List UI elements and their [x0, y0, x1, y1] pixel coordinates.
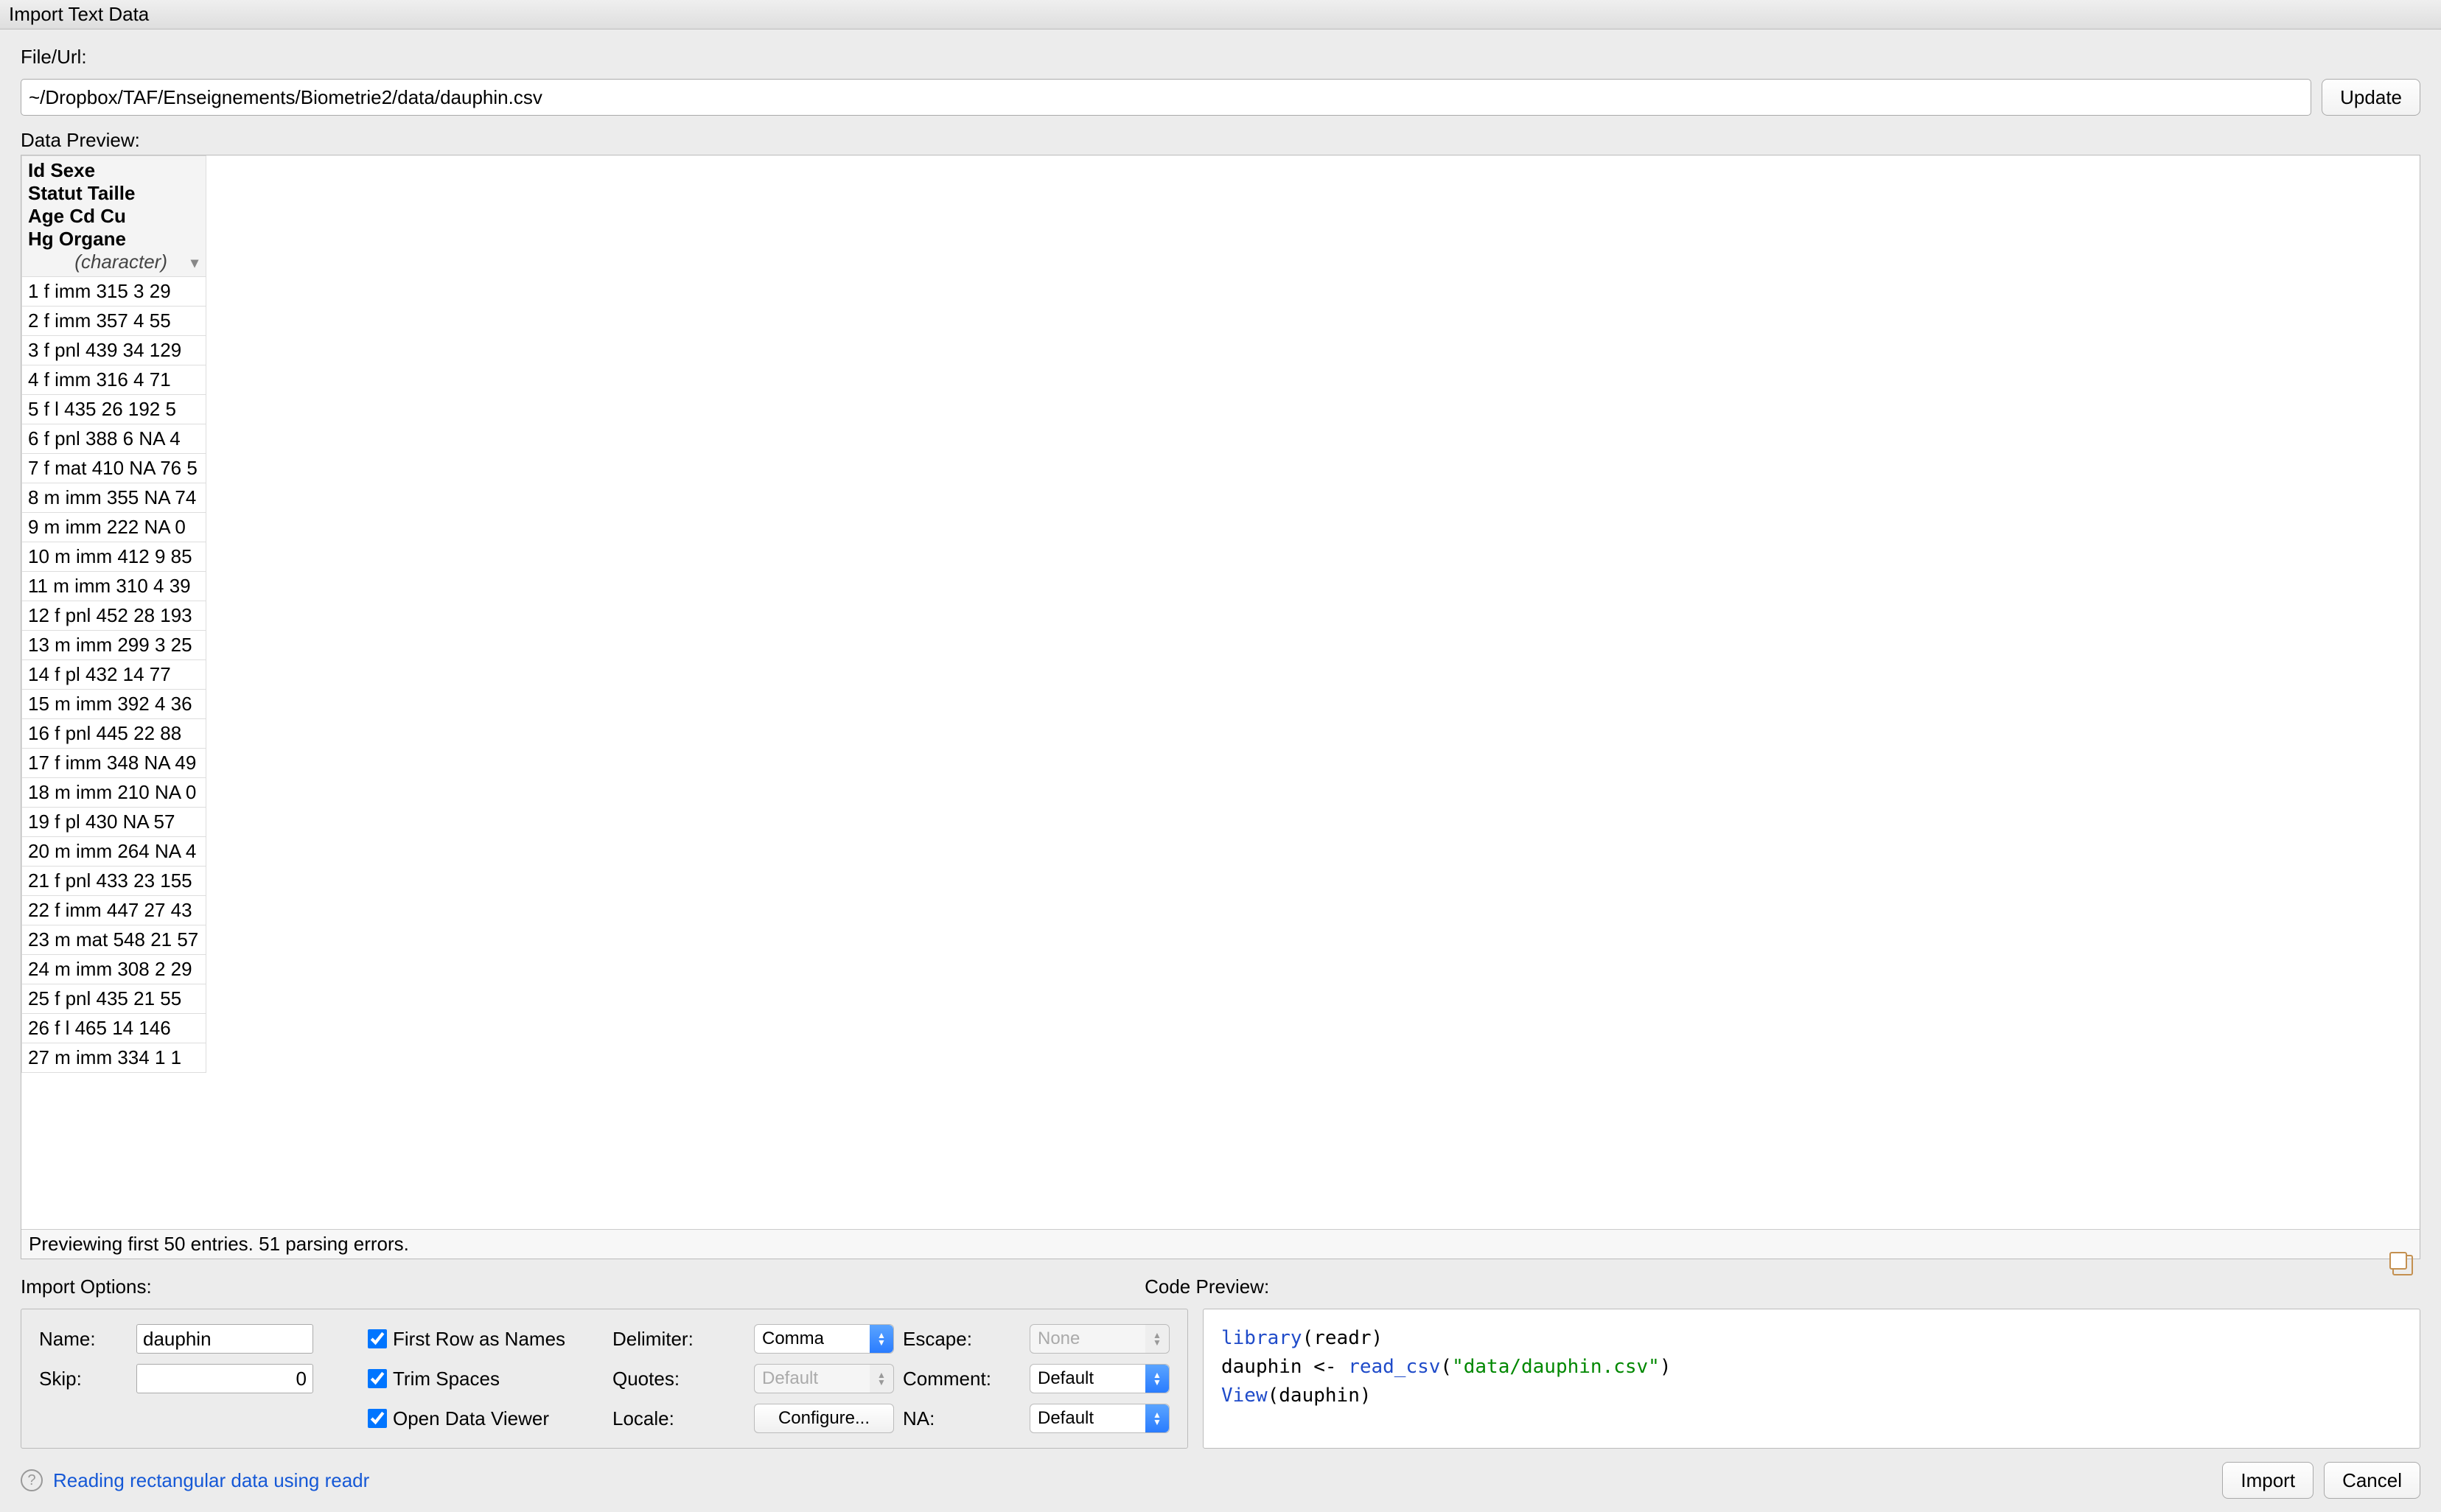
- trim-spaces-checkbox[interactable]: [368, 1369, 387, 1388]
- table-row: 7 f mat 410 NA 76 5: [22, 454, 206, 483]
- table-row: 18 m imm 210 NA 0: [22, 778, 206, 808]
- quotes-select[interactable]: Default: [754, 1364, 894, 1393]
- comment-select[interactable]: Default: [1030, 1364, 1170, 1393]
- locale-label: Locale:: [612, 1407, 745, 1430]
- column-type-dropdown-icon[interactable]: ▾: [191, 253, 198, 272]
- file-url-input[interactable]: [21, 79, 2311, 116]
- table-row: 11 m imm 310 4 39: [22, 572, 206, 601]
- quotes-label: Quotes:: [612, 1368, 745, 1390]
- skip-input[interactable]: [136, 1364, 313, 1393]
- escape-select[interactable]: None: [1030, 1324, 1170, 1354]
- table-row: 3 f pnl 439 34 129: [22, 336, 206, 365]
- code-preview-label: Code Preview:: [1145, 1275, 1269, 1298]
- import-options-panel: Name: First Row as Names Delimiter: Comm…: [21, 1309, 1188, 1449]
- table-row: 5 f l 435 26 192 5: [22, 395, 206, 424]
- table-row: 15 m imm 392 4 36: [22, 690, 206, 719]
- table-row: 24 m imm 308 2 29: [22, 955, 206, 984]
- code-preview-text: library(readr) dauphin <- read_csv("data…: [1221, 1324, 2402, 1410]
- table-row: 10 m imm 412 9 85: [22, 542, 206, 572]
- window-title: Import Text Data: [0, 0, 2441, 29]
- table-row: 16 f pnl 445 22 88: [22, 719, 206, 749]
- table-row: 14 f pl 432 14 77: [22, 660, 206, 690]
- table-row: 1 f imm 315 3 29: [22, 277, 206, 307]
- skip-label: Skip:: [39, 1368, 128, 1390]
- open-data-viewer-checkbox[interactable]: [368, 1409, 387, 1428]
- table-row: 8 m imm 355 NA 74: [22, 483, 206, 513]
- delimiter-label: Delimiter:: [612, 1328, 745, 1351]
- preview-status: Previewing first 50 entries. 51 parsing …: [21, 1229, 2420, 1259]
- table-row: 19 f pl 430 NA 57: [22, 808, 206, 837]
- stepper-icon: [870, 1365, 893, 1393]
- code-preview-panel[interactable]: library(readr) dauphin <- read_csv("data…: [1203, 1309, 2420, 1449]
- table-row: 2 f imm 357 4 55: [22, 307, 206, 336]
- first-row-checkbox[interactable]: [368, 1329, 387, 1348]
- table-row: 4 f imm 316 4 71: [22, 365, 206, 395]
- import-options-label: Import Options:: [21, 1275, 1130, 1298]
- stepper-icon: [1145, 1325, 1169, 1353]
- column-header[interactable]: Id SexeStatut TailleAge Cd CuHg Organe (…: [22, 156, 206, 277]
- stepper-icon: [1145, 1404, 1169, 1432]
- data-preview-panel: Id SexeStatut TailleAge Cd CuHg Organe (…: [21, 155, 2420, 1259]
- table-row: 23 m mat 548 21 57: [22, 925, 206, 955]
- stepper-icon: [870, 1325, 893, 1353]
- copy-code-icon[interactable]: [2392, 1255, 2413, 1275]
- table-row: 6 f pnl 388 6 NA 4: [22, 424, 206, 454]
- help-link[interactable]: Reading rectangular data using readr: [53, 1469, 369, 1492]
- data-preview-table: Id SexeStatut TailleAge Cd CuHg Organe (…: [21, 155, 206, 1073]
- delimiter-select[interactable]: Comma: [754, 1324, 894, 1354]
- comment-label: Comment:: [903, 1368, 1021, 1390]
- cancel-button[interactable]: Cancel: [2324, 1462, 2420, 1499]
- table-row: 27 m imm 334 1 1: [22, 1043, 206, 1073]
- table-row: 25 f pnl 435 21 55: [22, 984, 206, 1014]
- help-icon[interactable]: ?: [21, 1469, 43, 1491]
- locale-configure-button[interactable]: Configure...: [754, 1404, 894, 1433]
- name-input[interactable]: [136, 1324, 313, 1354]
- data-preview-table-wrap[interactable]: Id SexeStatut TailleAge Cd CuHg Organe (…: [21, 155, 2420, 1229]
- na-select[interactable]: Default: [1030, 1404, 1170, 1433]
- trim-spaces-label: Trim Spaces: [393, 1368, 500, 1390]
- table-row: 26 f l 465 14 146: [22, 1014, 206, 1043]
- file-url-label: File/Url:: [21, 34, 2420, 71]
- table-row: 9 m imm 222 NA 0: [22, 513, 206, 542]
- table-row: 22 f imm 447 27 43: [22, 896, 206, 925]
- import-button[interactable]: Import: [2222, 1462, 2313, 1499]
- data-preview-label: Data Preview:: [0, 127, 2441, 155]
- table-row: 21 f pnl 433 23 155: [22, 867, 206, 896]
- na-label: NA:: [903, 1407, 1021, 1430]
- escape-label: Escape:: [903, 1328, 1021, 1351]
- open-data-viewer-label: Open Data Viewer: [393, 1407, 549, 1430]
- table-row: 17 f imm 348 NA 49: [22, 749, 206, 778]
- table-row: 12 f pnl 452 28 193: [22, 601, 206, 631]
- table-row: 20 m imm 264 NA 4: [22, 837, 206, 867]
- table-row: 13 m imm 299 3 25: [22, 631, 206, 660]
- update-button[interactable]: Update: [2322, 79, 2420, 116]
- first-row-label: First Row as Names: [393, 1328, 565, 1351]
- name-label: Name:: [39, 1328, 128, 1351]
- stepper-icon: [1145, 1365, 1169, 1393]
